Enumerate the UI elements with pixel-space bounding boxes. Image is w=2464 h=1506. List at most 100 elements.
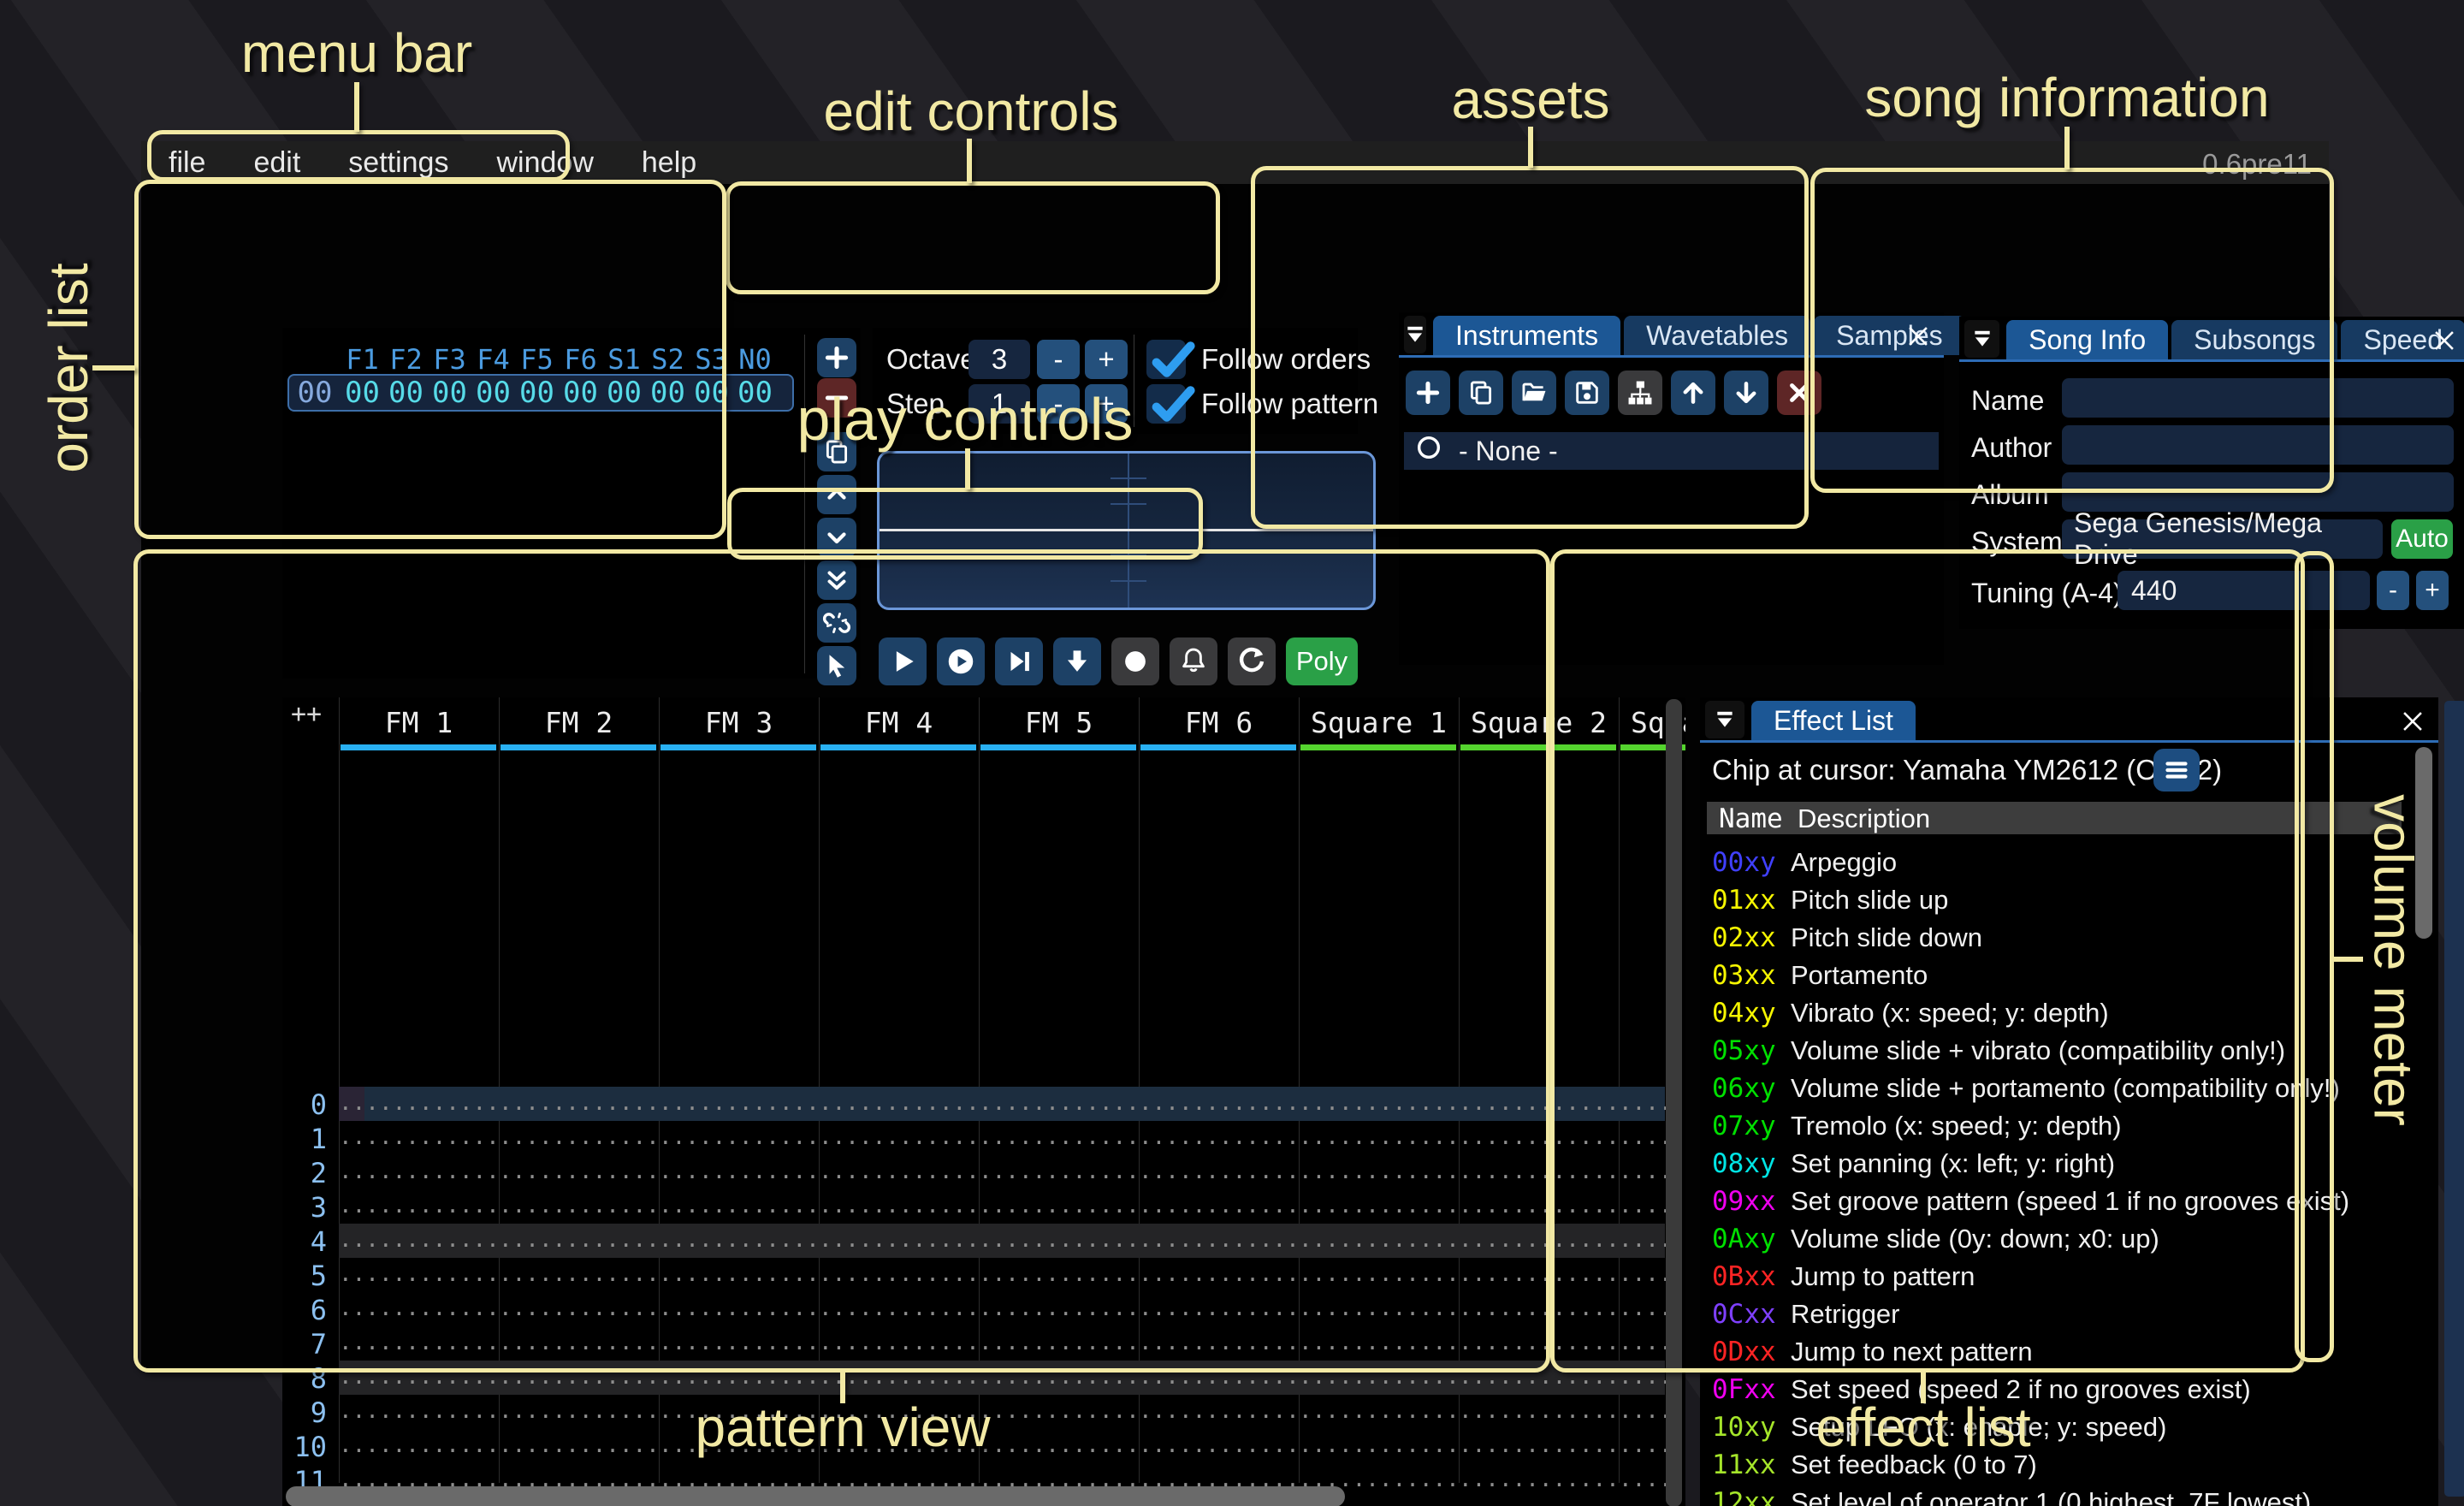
effect-list-row[interactable]: 04xyVibrato (x: speed; y: depth)	[1700, 993, 2438, 1031]
effect-list-row[interactable]: 00xyArpeggio	[1700, 843, 2438, 880]
pattern-cell[interactable]: ............	[1139, 1261, 1299, 1287]
pattern-row[interactable]: 7.......................................…	[282, 1326, 1665, 1361]
pattern-cell[interactable]: ............	[339, 1193, 499, 1218]
pattern-cell[interactable]: ............	[1299, 1193, 1459, 1218]
move-order-down-button[interactable]	[817, 518, 856, 557]
pattern-cell[interactable]: ............	[1299, 1124, 1459, 1150]
pattern-cell[interactable]: ............	[979, 1432, 1139, 1458]
effect-list-row[interactable]: 10xySetup LFO (x: enable; y: speed)	[1700, 1408, 2438, 1445]
record-button[interactable]	[1111, 637, 1159, 685]
pattern-cell[interactable]: ............	[1139, 1124, 1299, 1150]
move-order-up-button[interactable]	[817, 475, 856, 514]
metronome-button[interactable]	[1170, 637, 1217, 685]
pattern-cell[interactable]: ............	[1459, 1432, 1619, 1458]
pattern-cell[interactable]: ............	[1299, 1227, 1459, 1253]
pattern-cell[interactable]: ............	[339, 1261, 499, 1287]
effect-list-row[interactable]: 07xyTremolo (x: speed; y: depth)	[1700, 1106, 2438, 1144]
pattern-cell[interactable]: ............	[1299, 1330, 1459, 1355]
effect-list-row[interactable]: 08xySet panning (x: left; y: right)	[1700, 1144, 2438, 1182]
order-cell[interactable]: 00	[428, 376, 471, 410]
pattern-cell[interactable]: ............	[979, 1261, 1139, 1287]
menu-item-help[interactable]: help	[642, 146, 696, 180]
pattern-cell[interactable]: ............	[979, 1364, 1139, 1390]
pattern-cell[interactable]: ............	[819, 1090, 979, 1116]
effect-list-row[interactable]: 12xxSet level of operator 1 (0 highest, …	[1700, 1483, 2438, 1506]
order-cell[interactable]: 00	[690, 376, 733, 410]
pattern-row[interactable]: 4.......................................…	[282, 1224, 1665, 1258]
channel-header-fm-1[interactable]: FM 1	[339, 704, 499, 740]
pattern-cell[interactable]: ............	[819, 1261, 979, 1287]
system-auto-button[interactable]: Auto	[2391, 519, 2453, 559]
pattern-cell[interactable]: ............	[979, 1124, 1139, 1150]
pattern-cell[interactable]: ............	[499, 1124, 659, 1150]
pattern-cell[interactable]: ............	[1459, 1398, 1619, 1424]
follow-orders-checkbox[interactable]	[1146, 340, 1186, 379]
save-instrument-button[interactable]	[1565, 371, 1609, 415]
close-icon[interactable]	[1900, 319, 1936, 353]
pattern-cell[interactable]: ............	[1139, 1227, 1299, 1253]
pattern-cell[interactable]: ............	[979, 1090, 1139, 1116]
pattern-vertical-scrollbar[interactable]	[1666, 699, 1682, 1506]
poly-toggle-button[interactable]: Poly	[1286, 637, 1358, 685]
pattern-cell[interactable]: ............	[659, 1159, 819, 1184]
pattern-cell[interactable]: ............	[499, 1296, 659, 1321]
delete-instrument-button[interactable]	[1777, 371, 1821, 415]
tab-wavetables[interactable]: Wavetables	[1624, 316, 1810, 355]
pattern-row[interactable]: 6.......................................…	[282, 1292, 1665, 1326]
pattern-cell[interactable]: ............	[819, 1330, 979, 1355]
pattern-cell[interactable]: ............	[1139, 1364, 1299, 1390]
menu-item-file[interactable]: file	[169, 146, 205, 180]
move-instrument-down-button[interactable]	[1724, 371, 1768, 415]
tab-effect-list[interactable]: Effect List	[1751, 701, 1916, 740]
pattern-row[interactable]: 3.......................................…	[282, 1189, 1665, 1224]
menu-item-edit[interactable]: edit	[253, 146, 300, 180]
pattern-cell[interactable]: ............	[499, 1261, 659, 1287]
pattern-cell[interactable]: ............	[1139, 1330, 1299, 1355]
author-field[interactable]	[2062, 425, 2454, 465]
collapse-window-icon[interactable]	[1964, 320, 1999, 358]
pattern-cell[interactable]: ............	[339, 1227, 499, 1253]
effect-list-row[interactable]: 0AxyVolume slide (0y: down; x0: up)	[1700, 1219, 2438, 1257]
pattern-row[interactable]: 5.......................................…	[282, 1258, 1665, 1292]
pattern-cell[interactable]: ............	[499, 1090, 659, 1116]
tab-instruments[interactable]: Instruments	[1433, 316, 1620, 355]
pattern-cell[interactable]: ............	[659, 1261, 819, 1287]
play-button[interactable]	[879, 637, 927, 685]
pattern-cell[interactable]: ............	[979, 1398, 1139, 1424]
add-instrument-button[interactable]	[1406, 371, 1450, 415]
tuning-field[interactable]: 440	[2118, 571, 2370, 610]
pattern-cell[interactable]: ............	[1139, 1090, 1299, 1116]
pattern-cell[interactable]: ............	[1459, 1227, 1619, 1253]
close-icon[interactable]	[2395, 704, 2431, 738]
tab-samples[interactable]: Samples	[1814, 316, 1965, 355]
effect-list-row[interactable]: 0DxxJump to next pattern	[1700, 1332, 2438, 1370]
pattern-row[interactable]: 0.......................................…	[282, 1087, 1665, 1121]
pattern-cell[interactable]: ............	[819, 1124, 979, 1150]
pattern-cell[interactable]: ............	[499, 1227, 659, 1253]
deep-clone-order-button[interactable]	[817, 603, 856, 643]
play-pattern-button[interactable]	[937, 637, 985, 685]
pattern-cell[interactable]: ............	[979, 1296, 1139, 1321]
channel-header-fm-6[interactable]: FM 6	[1139, 704, 1299, 740]
pattern-cell[interactable]: ............	[1299, 1159, 1459, 1184]
order-cell[interactable]: 00	[602, 376, 646, 410]
pattern-cell[interactable]: ............	[1299, 1398, 1459, 1424]
octave-value[interactable]: 3	[968, 340, 1030, 379]
tuning-increase-button[interactable]: +	[2416, 571, 2449, 610]
effect-list-row[interactable]: 02xxPitch slide down	[1700, 918, 2438, 956]
pattern-cell[interactable]: ............	[1459, 1467, 1619, 1492]
pattern-cell[interactable]: ............	[499, 1398, 659, 1424]
collapse-window-icon[interactable]	[1705, 701, 1744, 738]
duplicate-order-end-button[interactable]	[817, 560, 856, 600]
pattern-cell[interactable]: ............	[1299, 1364, 1459, 1390]
pattern-cell[interactable]: ............	[1139, 1159, 1299, 1184]
pattern-cell[interactable]: ............	[339, 1090, 499, 1116]
pattern-cell[interactable]: ............	[1139, 1432, 1299, 1458]
pattern-cell[interactable]: ............	[339, 1159, 499, 1184]
pattern-cell[interactable]: ............	[1459, 1090, 1619, 1116]
pattern-cell[interactable]: ............	[1299, 1432, 1459, 1458]
open-instrument-button[interactable]	[1512, 371, 1556, 415]
pattern-cell[interactable]: ............	[499, 1159, 659, 1184]
pattern-cell[interactable]: ............	[1459, 1261, 1619, 1287]
pattern-cell[interactable]: ............	[499, 1330, 659, 1355]
